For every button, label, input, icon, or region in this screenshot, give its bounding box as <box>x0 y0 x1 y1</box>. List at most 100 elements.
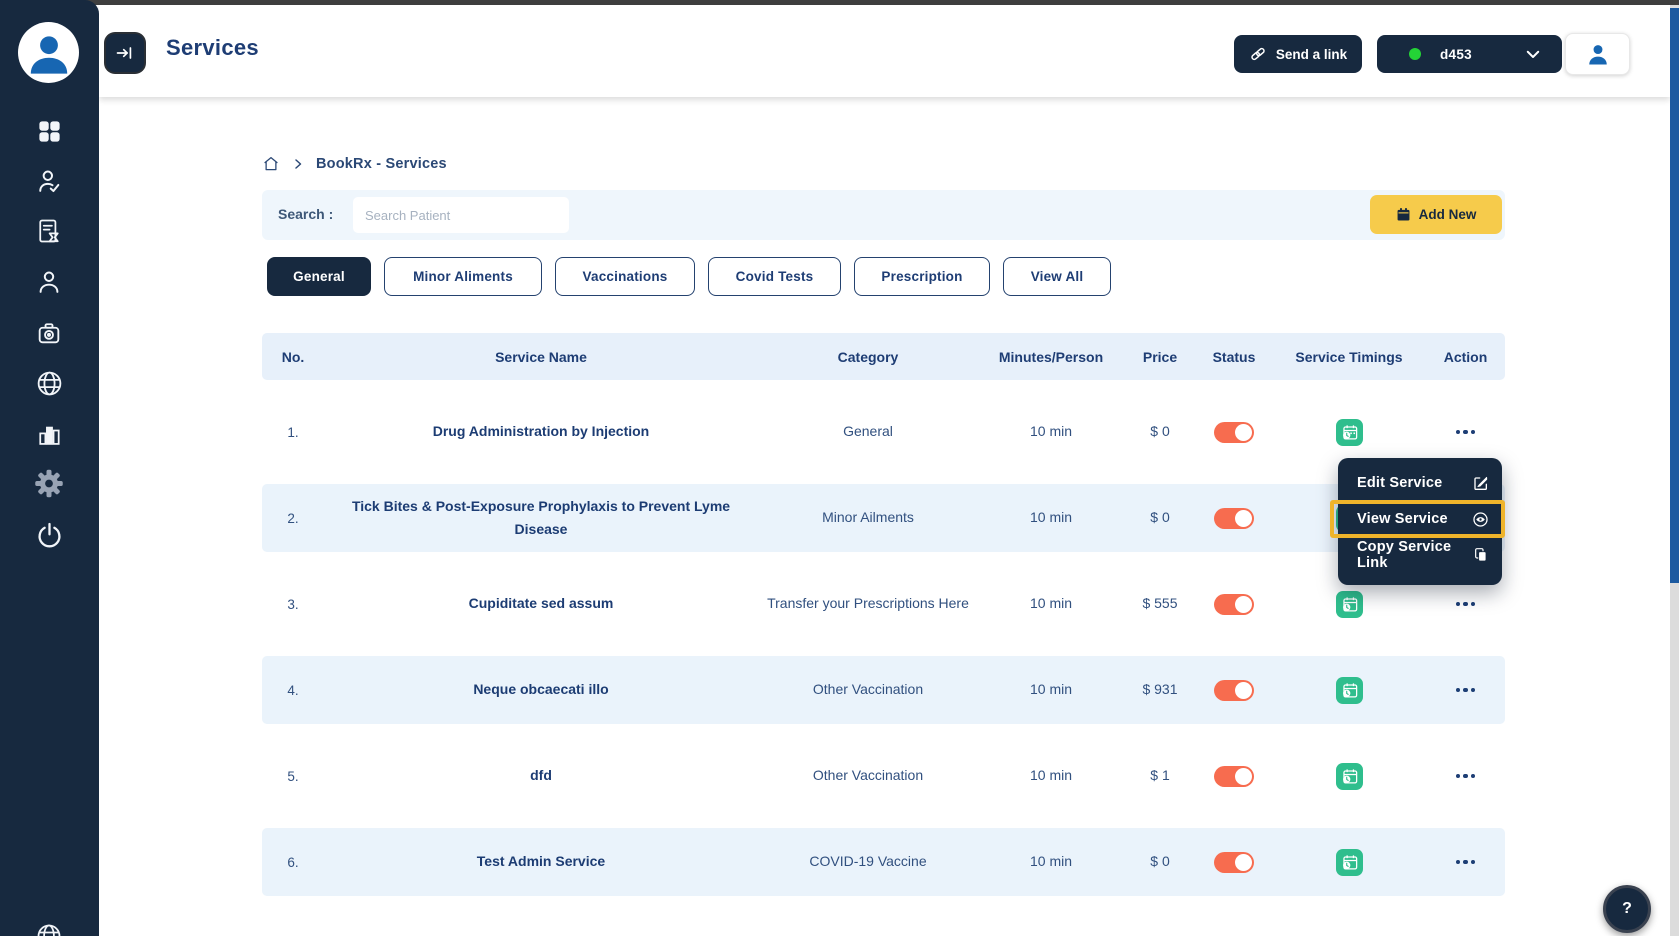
online-status-dot <box>1409 48 1421 60</box>
globe-bottom-icon[interactable] <box>34 921 64 936</box>
service-timings-button[interactable] <box>1336 419 1363 446</box>
row-price: $ 931 <box>1124 678 1196 701</box>
help-label: ? <box>1622 900 1632 918</box>
home-icon[interactable] <box>262 155 280 173</box>
row-price: $ 0 <box>1124 850 1196 873</box>
tab-covid-tests[interactable]: Covid Tests <box>708 257 841 296</box>
table-row: 6. Test Admin Service COVID-19 Vaccine 1… <box>262 819 1505 905</box>
row-minutes: 10 min <box>978 592 1124 615</box>
menu-item-label: Edit Service <box>1357 475 1442 491</box>
row-actions-button[interactable] <box>1452 682 1480 699</box>
edit-icon <box>1473 475 1489 491</box>
send-a-link-button[interactable]: Send a link <box>1234 35 1362 73</box>
analytics-bars-icon[interactable] <box>34 419 64 449</box>
menu-item-view-service[interactable]: View Service <box>1338 501 1502 537</box>
menu-item-copy-service-link[interactable]: Copy Service Link <box>1338 537 1502 573</box>
account-dropdown[interactable]: d453 <box>1377 35 1562 73</box>
col-minutes: Minutes/Person <box>978 349 1124 365</box>
row-context-menu: Edit Service View Service Copy Service L… <box>1338 458 1502 585</box>
menu-item-edit-service[interactable]: Edit Service <box>1338 465 1502 501</box>
services-page: Services Send a link d453 <box>0 0 1679 936</box>
top-header: Services Send a link d453 <box>99 5 1670 97</box>
page-scrollbar[interactable] <box>1670 5 1679 936</box>
search-label: Search : <box>278 206 333 222</box>
row-service-name: Drug Administration by Injection <box>324 420 758 443</box>
row-no: 1. <box>262 425 324 440</box>
row-no: 2. <box>262 511 324 526</box>
dashboard-grid-icon[interactable] <box>34 116 64 146</box>
scrollbar-thumb[interactable] <box>1670 8 1679 583</box>
row-service-name: dfd <box>324 764 758 787</box>
eye-icon <box>1472 511 1489 528</box>
col-no: No. <box>262 349 324 365</box>
row-category: Other Vaccination <box>758 764 978 787</box>
help-button[interactable]: ? <box>1603 885 1651 933</box>
tab-minor-aliments[interactable]: Minor Aliments <box>384 257 542 296</box>
report-hourglass-icon[interactable] <box>34 216 64 246</box>
status-toggle[interactable] <box>1214 852 1254 873</box>
row-service-name: Test Admin Service <box>324 850 758 873</box>
col-service-name: Service Name <box>324 349 758 365</box>
settings-gear-icon[interactable] <box>34 468 64 498</box>
service-timings-button[interactable] <box>1336 677 1363 704</box>
calendar-icon <box>1396 207 1411 222</box>
camera-icon[interactable] <box>34 318 64 348</box>
col-price: Price <box>1124 349 1196 365</box>
row-actions-button[interactable] <box>1452 424 1480 441</box>
patient-check-icon[interactable] <box>34 166 64 196</box>
add-new-label: Add New <box>1419 207 1477 222</box>
row-price: $ 0 <box>1124 420 1196 443</box>
tab-view-all[interactable]: View All <box>1003 257 1111 296</box>
status-toggle[interactable] <box>1214 508 1254 529</box>
status-toggle[interactable] <box>1214 594 1254 615</box>
row-minutes: 10 min <box>978 420 1124 443</box>
breadcrumb-page-label[interactable]: BookRx - Services <box>316 156 447 172</box>
person-icon[interactable] <box>34 267 64 297</box>
tab-general[interactable]: General <box>267 257 371 296</box>
row-service-name: Neque obcaecati illo <box>324 678 758 701</box>
power-icon[interactable] <box>34 520 64 550</box>
row-minutes: 10 min <box>978 678 1124 701</box>
row-category: Other Vaccination <box>758 678 978 701</box>
status-toggle[interactable] <box>1214 680 1254 701</box>
tab-prescription[interactable]: Prescription <box>854 257 990 296</box>
row-actions-button[interactable] <box>1452 854 1480 871</box>
send-a-link-label: Send a link <box>1276 47 1347 62</box>
table-row: 1. Drug Administration by Injection Gene… <box>262 389 1505 475</box>
add-new-button[interactable]: Add New <box>1370 195 1502 234</box>
row-category: General <box>758 420 978 443</box>
chevron-down-icon <box>1524 45 1542 63</box>
col-action: Action <box>1426 349 1505 365</box>
account-name: d453 <box>1440 47 1472 62</box>
col-category: Category <box>758 349 978 365</box>
link-icon <box>1249 45 1267 63</box>
row-service-name: Tick Bites & Post-Exposure Prophylaxis t… <box>324 495 758 541</box>
row-price: $ 1 <box>1124 764 1196 787</box>
row-no: 6. <box>262 855 324 870</box>
globe-icon[interactable] <box>34 368 64 398</box>
row-category: Minor Ailments <box>758 506 978 529</box>
copy-icon <box>1473 547 1489 563</box>
row-minutes: 10 min <box>978 764 1124 787</box>
row-service-name: Cupiditate sed assum <box>324 592 758 615</box>
tab-vaccinations[interactable]: Vaccinations <box>555 257 695 296</box>
service-timings-button[interactable] <box>1336 591 1363 618</box>
row-actions-button[interactable] <box>1452 596 1480 613</box>
row-category: COVID-19 Vaccine <box>758 850 978 873</box>
row-no: 4. <box>262 683 324 698</box>
profile-avatar-button[interactable] <box>1565 33 1630 75</box>
status-toggle[interactable] <box>1214 766 1254 787</box>
sidebar <box>0 0 99 936</box>
service-timings-button[interactable] <box>1336 849 1363 876</box>
status-toggle[interactable] <box>1214 422 1254 443</box>
row-minutes: 10 min <box>978 850 1124 873</box>
menu-item-label: View Service <box>1357 511 1448 527</box>
search-input[interactable] <box>353 197 569 233</box>
sidebar-avatar[interactable] <box>18 22 79 83</box>
col-status: Status <box>1196 349 1272 365</box>
row-actions-button[interactable] <box>1452 768 1480 785</box>
service-timings-button[interactable] <box>1336 763 1363 790</box>
sidebar-collapse-button[interactable] <box>106 34 144 72</box>
col-service-timings: Service Timings <box>1272 349 1426 365</box>
row-price: $ 555 <box>1124 592 1196 615</box>
